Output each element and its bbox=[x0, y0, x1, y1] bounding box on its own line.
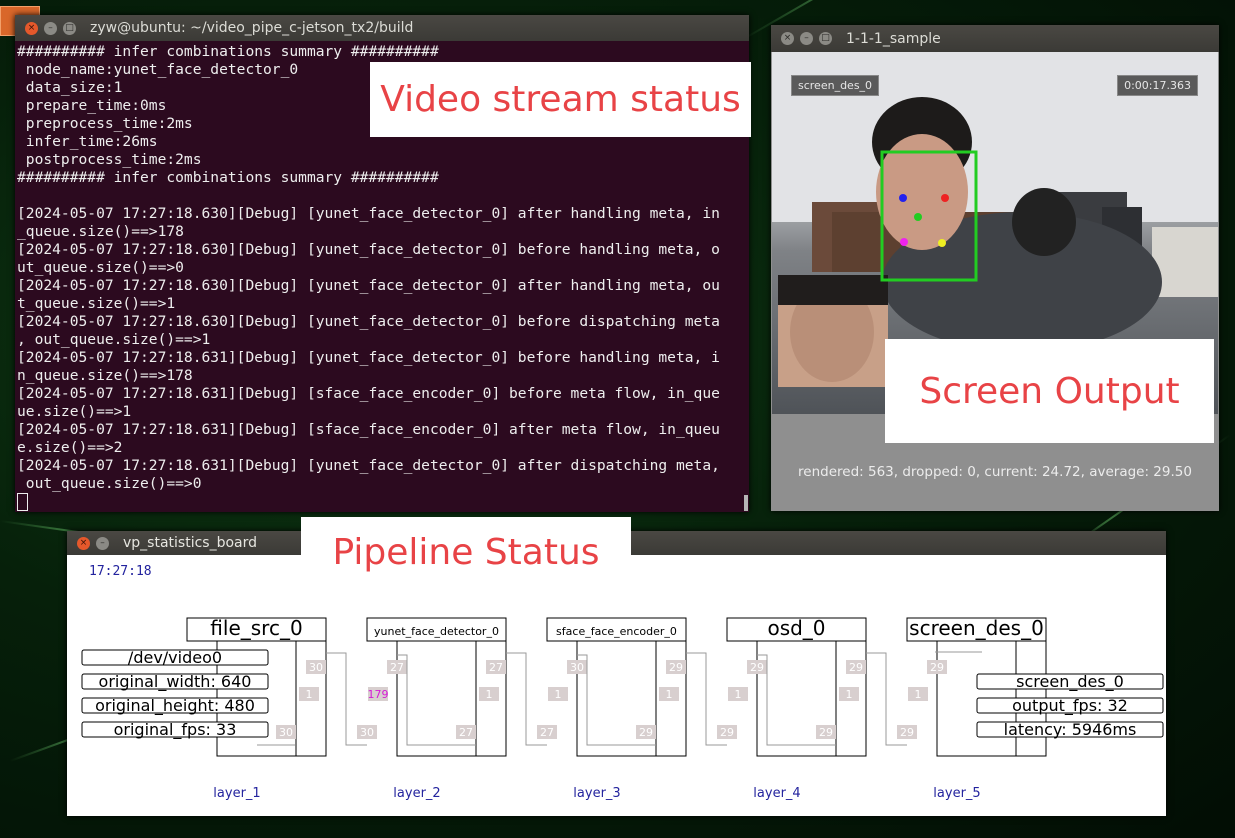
queue-value: 27 bbox=[390, 661, 404, 674]
queue-value: 29 bbox=[750, 661, 764, 674]
node-name: yunet_face_detector_0 bbox=[374, 625, 499, 638]
des-info-text: output_fps: 32 bbox=[1012, 696, 1128, 716]
terminal-line: [2024-05-07 17:27:18.630][Debug] [yunet_… bbox=[17, 277, 720, 294]
screen-des-tag: screen_des_0 bbox=[791, 75, 880, 96]
queue-value: 1 bbox=[555, 688, 562, 701]
screen-output-label: Screen Output bbox=[885, 339, 1214, 443]
terminal-line: e.size()==>2 bbox=[17, 439, 123, 456]
queue-value: 1 bbox=[915, 688, 922, 701]
render-stats: rendered: 563, dropped: 0, current: 24.7… bbox=[798, 464, 1192, 480]
timestamp-tag: 0:00:17.363 bbox=[1117, 75, 1198, 96]
layer-label: layer_4 bbox=[753, 786, 800, 801]
minimize-icon[interactable]: – bbox=[800, 32, 813, 45]
terminal-line: [2024-05-07 17:27:18.631][Debug] [yunet_… bbox=[17, 349, 720, 366]
queue-value: 1 bbox=[306, 688, 313, 701]
layer-label: layer_5 bbox=[933, 786, 980, 801]
queue-value: 1 bbox=[846, 688, 853, 701]
sample-titlebar[interactable]: × – □ 1-1-1_sample bbox=[771, 25, 1219, 52]
terminal-line: t_queue.size()==>1 bbox=[17, 295, 176, 312]
node-name: sface_face_encoder_0 bbox=[556, 625, 677, 638]
landmark-point bbox=[899, 194, 907, 202]
queue-value: 1 bbox=[486, 688, 493, 701]
queue-value: 30 bbox=[360, 726, 374, 739]
close-icon[interactable]: × bbox=[25, 21, 38, 35]
terminal-line: _queue.size()==>178 bbox=[17, 223, 184, 240]
terminal-line: , out_queue.size()==>1 bbox=[17, 331, 211, 348]
queue-value: 29 bbox=[720, 726, 734, 739]
queue-value: 27 bbox=[489, 661, 503, 674]
terminal-line: ########## infer combinations summary ##… bbox=[17, 169, 439, 186]
terminal-line: out_queue.size()==>0 bbox=[17, 475, 202, 492]
node-name: screen_des_0 bbox=[909, 616, 1044, 640]
terminal-line: [2024-05-07 17:27:18.631][Debug] [yunet_… bbox=[17, 457, 720, 474]
queue-value: 30 bbox=[309, 661, 323, 674]
layer-label: layer_1 bbox=[213, 786, 260, 801]
terminal-line: postprocess_time:2ms bbox=[17, 151, 202, 168]
landmark-point bbox=[914, 213, 922, 221]
terminal-line: ########## infer combinations summary ##… bbox=[17, 43, 439, 60]
terminal-cursor bbox=[17, 493, 28, 511]
landmark-point bbox=[900, 238, 908, 246]
node-name: file_src_0 bbox=[210, 616, 302, 640]
terminal-line: [2024-05-07 17:27:18.631][Debug] [sface_… bbox=[17, 385, 720, 402]
sample-title: 1-1-1_sample bbox=[846, 30, 941, 47]
source-info-text: original_fps: 33 bbox=[114, 720, 237, 740]
queue-value: 1 bbox=[666, 688, 673, 701]
pipeline-status-label: Pipeline Status bbox=[301, 517, 631, 587]
layer-label: layer_2 bbox=[393, 786, 440, 801]
maximize-icon[interactable]: □ bbox=[63, 21, 76, 35]
terminal-titlebar[interactable]: × – □ zyw@ubuntu: ~/video_pipe_c-jetson_… bbox=[15, 15, 749, 41]
terminal-title: zyw@ubuntu: ~/video_pipe_c-jetson_tx2/bu… bbox=[90, 20, 414, 36]
queue-value: 29 bbox=[849, 661, 863, 674]
queue-value: 29 bbox=[930, 661, 944, 674]
landmark-point bbox=[941, 194, 949, 202]
terminal-line: ut_queue.size()==>0 bbox=[17, 259, 184, 276]
queue-value: 27 bbox=[540, 726, 554, 739]
queue-value: 30 bbox=[570, 661, 584, 674]
terminal-line: [2024-05-07 17:27:18.630][Debug] [yunet_… bbox=[17, 205, 720, 222]
source-info-text: original_height: 480 bbox=[95, 696, 255, 716]
des-info-text: latency: 5946ms bbox=[1004, 720, 1137, 739]
terminal-line: [2024-05-07 17:27:18.630][Debug] [yunet_… bbox=[17, 241, 720, 258]
source-info-text: /dev/video0 bbox=[128, 648, 222, 667]
queue-value: 30 bbox=[279, 726, 293, 739]
queue-value: 29 bbox=[900, 726, 914, 739]
terminal-line: [2024-05-07 17:27:18.630][Debug] [yunet_… bbox=[17, 313, 720, 330]
terminal-line: n_queue.size()==>178 bbox=[17, 367, 193, 384]
node-name: osd_0 bbox=[767, 616, 825, 640]
terminal-line: ue.size()==>1 bbox=[17, 403, 132, 420]
terminal-scrollbar[interactable] bbox=[744, 495, 748, 511]
queue-value: 1 bbox=[735, 688, 742, 701]
video-stream-status-label: Video stream status bbox=[370, 62, 751, 137]
queue-value: 179 bbox=[368, 688, 389, 701]
des-info-text: screen_des_0 bbox=[1016, 672, 1124, 692]
queue-value: 27 bbox=[459, 726, 473, 739]
minimize-icon[interactable]: – bbox=[44, 21, 57, 35]
landmark-point bbox=[938, 239, 946, 247]
terminal-line: [2024-05-07 17:27:18.631][Debug] [sface_… bbox=[17, 421, 720, 438]
queue-value: 29 bbox=[819, 726, 833, 739]
queue-value: 29 bbox=[669, 661, 683, 674]
source-info-text: original_width: 640 bbox=[99, 672, 252, 692]
layer-label: layer_3 bbox=[573, 786, 620, 801]
close-icon[interactable]: × bbox=[781, 32, 794, 45]
maximize-icon[interactable]: □ bbox=[819, 32, 832, 45]
queue-value: 29 bbox=[639, 726, 653, 739]
